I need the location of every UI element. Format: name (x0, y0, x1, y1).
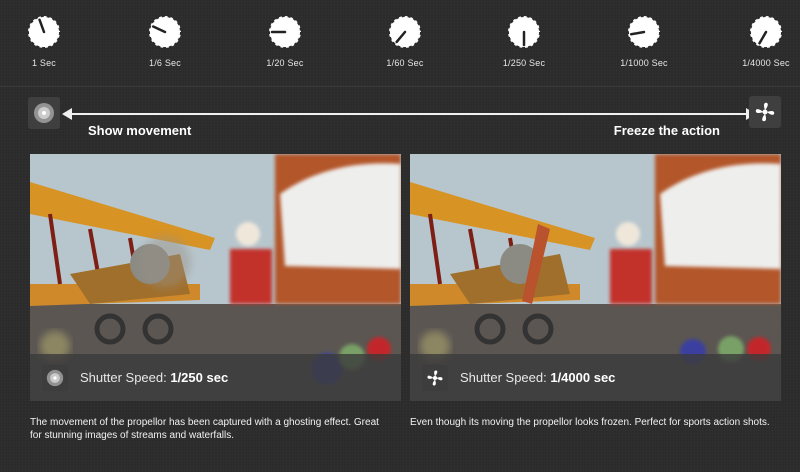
freeze-action-label: Freeze the action (613, 123, 720, 138)
dial-1-20-sec[interactable]: 1/20 Sec (250, 14, 320, 68)
stopwatch-icon (507, 15, 541, 49)
shutter-speed-dials: 1 Sec 1/6 Sec 1/20 Sec 1/60 Sec 1/250 Se… (0, 14, 800, 78)
stopwatch-icon (27, 15, 61, 49)
dial-1-sec[interactable]: 1 Sec (9, 14, 79, 68)
dial-label: 1/20 Sec (266, 58, 304, 68)
photo-panel-fast-shutter: Shutter Speed: 1/4000 sec (410, 154, 781, 401)
caption-value: 1/250 sec (170, 370, 229, 385)
show-movement-label: Show movement (88, 123, 192, 138)
stopwatch-icon (268, 15, 302, 49)
dial-1-60-sec[interactable]: 1/60 Sec (370, 14, 440, 68)
movement-scale-arrow (62, 108, 756, 120)
dial-label: 1 Sec (31, 58, 56, 68)
stopwatch-icon (148, 15, 182, 49)
dial-label: 1/6 Sec (149, 58, 181, 68)
frozen-propeller-icon (422, 364, 448, 391)
dial-label: 1/4000 Sec (742, 58, 790, 68)
dial-1-4000-sec[interactable]: 1/4000 Sec (731, 14, 800, 68)
stopwatch-icon (627, 15, 661, 49)
caption-value: 1/4000 sec (550, 370, 616, 385)
caption-bar: Shutter Speed: 1/250 sec (30, 354, 401, 401)
stopwatch-icon (749, 15, 783, 49)
blurred-propeller-icon (42, 364, 68, 391)
shutter-speed-caption: Shutter Speed: 1/250 sec (80, 370, 228, 385)
dial-label: 1/1000 Sec (620, 58, 668, 68)
shutter-speed-caption: Shutter Speed: 1/4000 sec (460, 370, 615, 385)
photo-panel-slow-shutter: Shutter Speed: 1/250 sec (30, 154, 401, 401)
dial-1-250-sec[interactable]: 1/250 Sec (489, 14, 559, 68)
dial-1-1000-sec[interactable]: 1/1000 Sec (609, 14, 679, 68)
blurred-propeller-icon (28, 97, 60, 129)
divider (0, 86, 800, 87)
dial-1-6-sec[interactable]: 1/6 Sec (130, 14, 200, 68)
dial-label: 1/250 Sec (502, 58, 546, 68)
dial-label: 1/60 Sec (386, 58, 424, 68)
description-fast-shutter: Even though its moving the propellor loo… (410, 417, 770, 428)
caption-bar: Shutter Speed: 1/4000 sec (410, 354, 781, 401)
stopwatch-icon (388, 15, 422, 49)
frozen-propeller-icon (749, 96, 781, 128)
caption-prefix: Shutter Speed: (460, 370, 551, 385)
caption-prefix: Shutter Speed: (80, 370, 171, 385)
description-slow-shutter: The movement of the propellor has been c… (30, 417, 379, 441)
